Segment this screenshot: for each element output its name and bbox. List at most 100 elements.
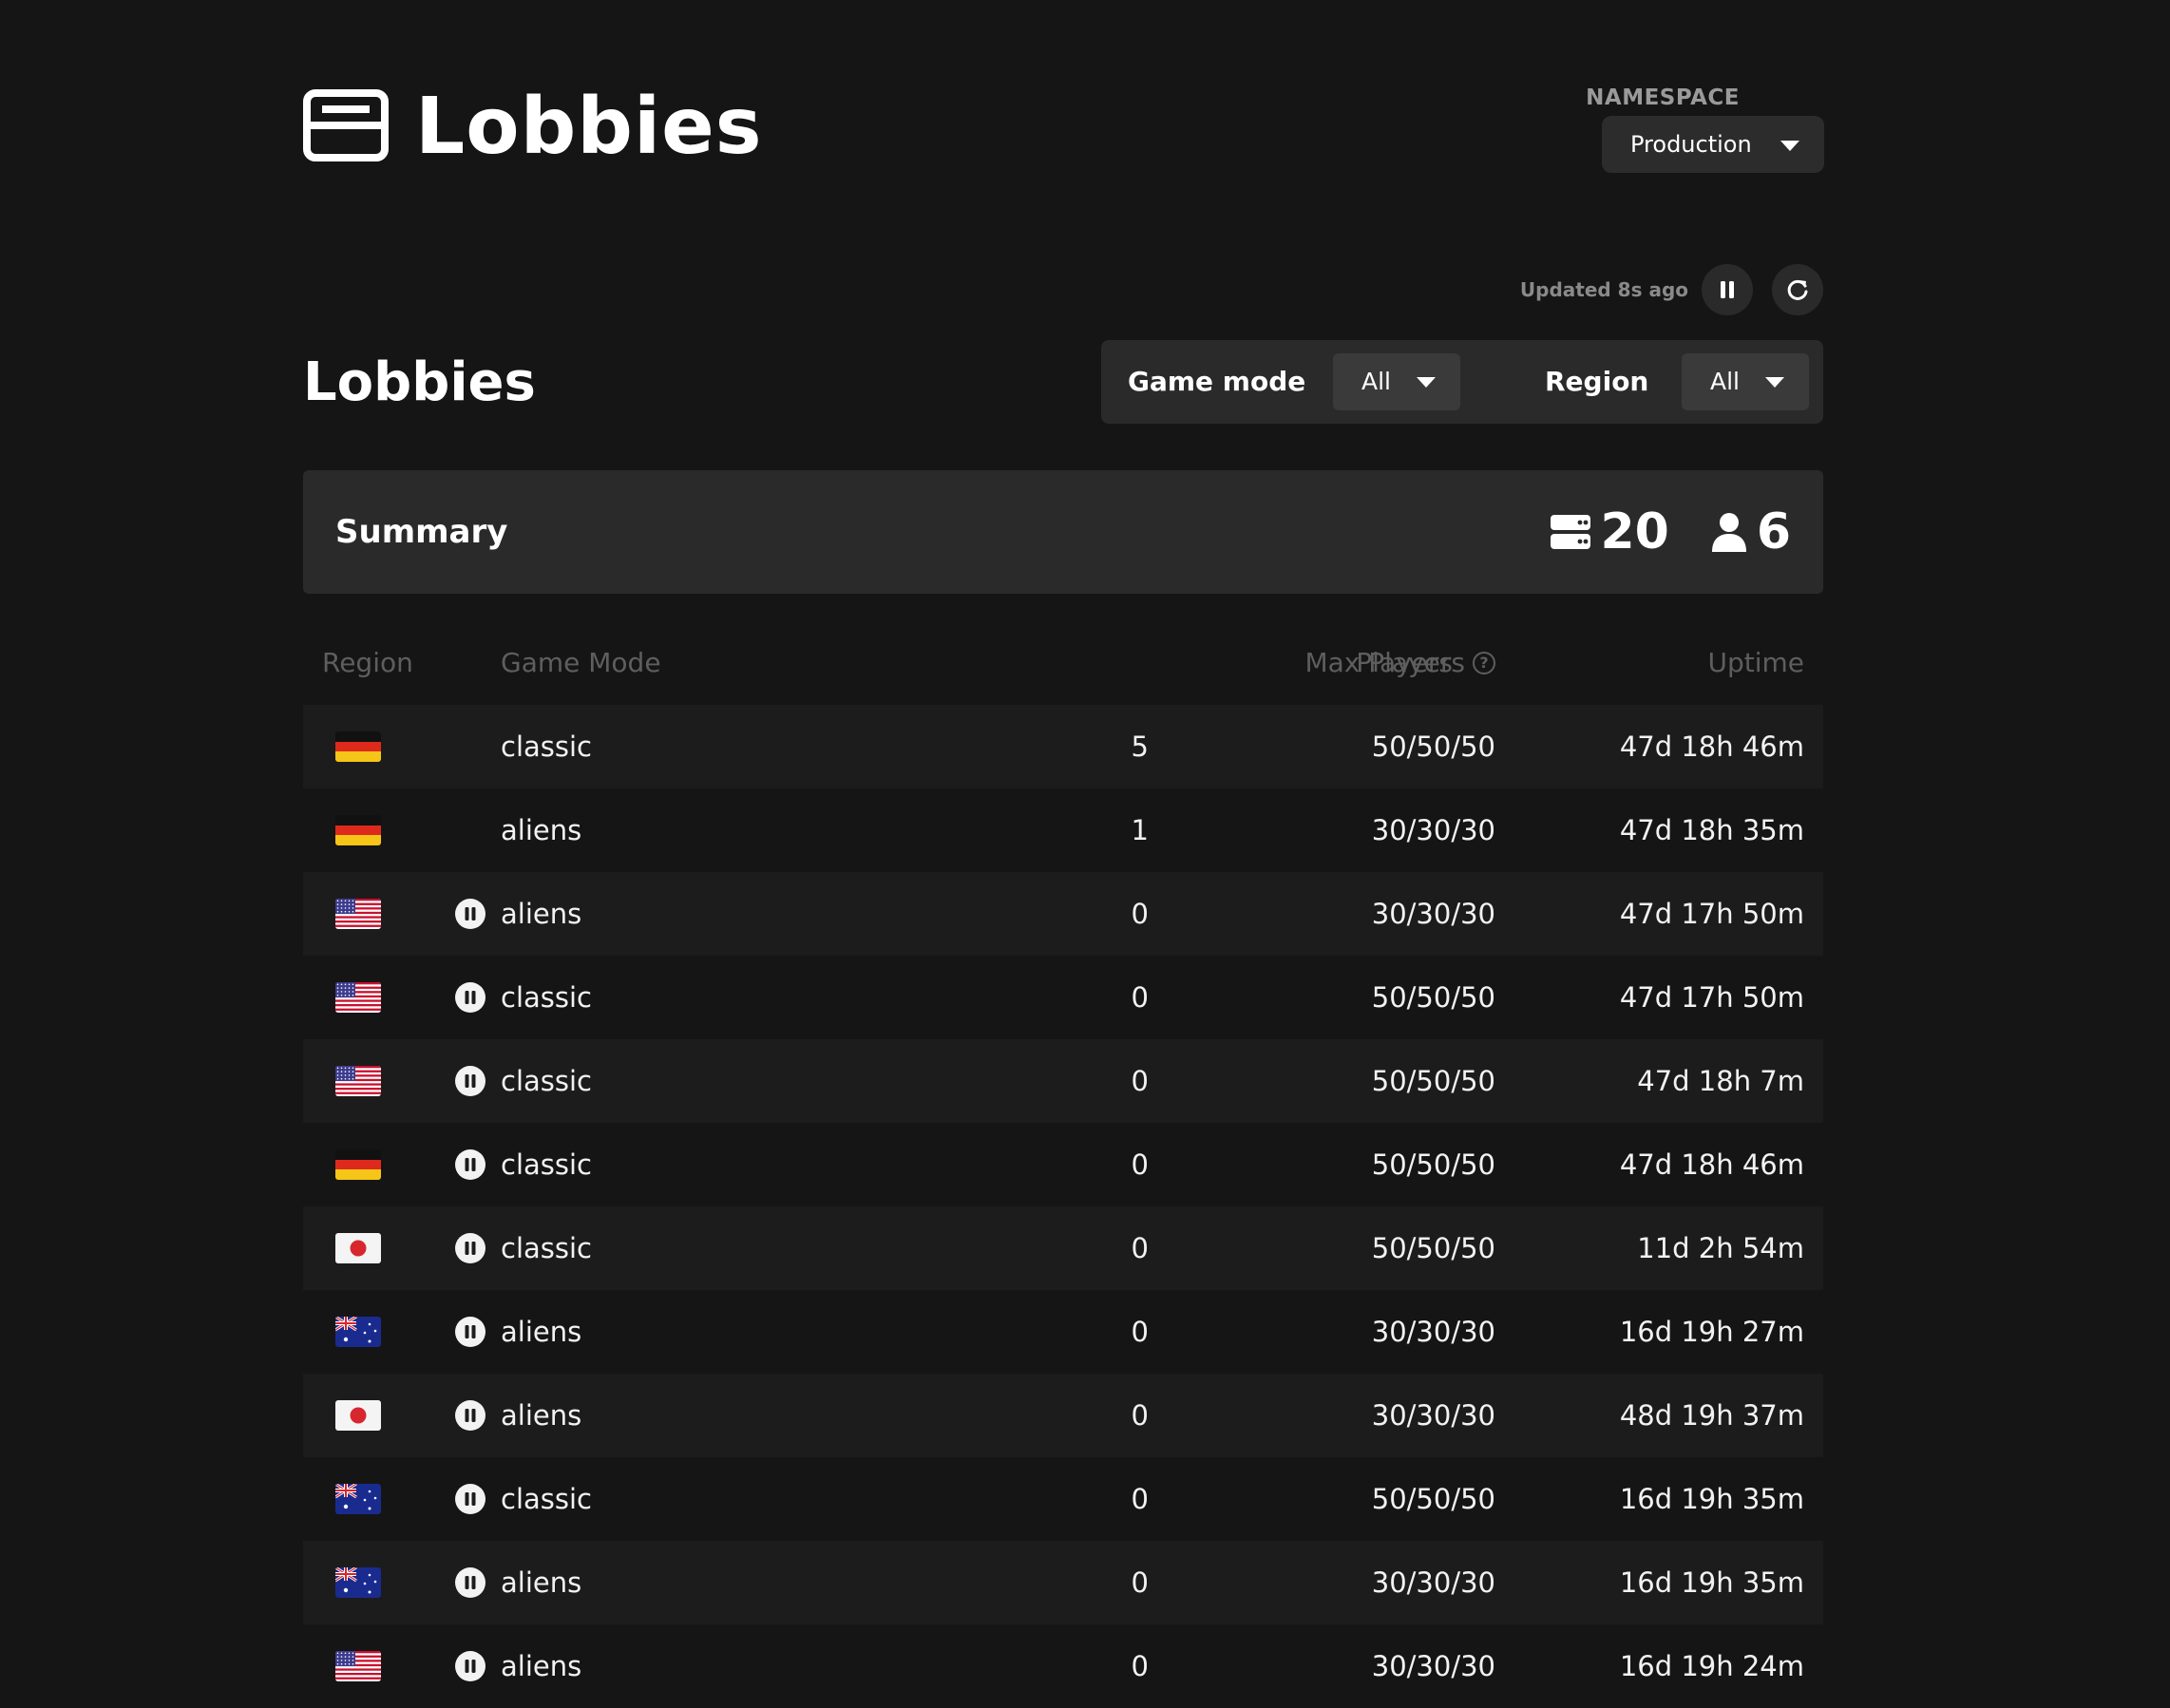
max-players-cell: 50/50/50: [1371, 1232, 1495, 1264]
game-mode-cell: classic: [501, 1232, 592, 1264]
table-row[interactable]: aliens 1 30/30/30 47d 18h 35m: [303, 788, 1823, 872]
table-row[interactable]: classic 5 50/50/50 47d 18h 46m: [303, 705, 1823, 788]
help-circle-icon[interactable]: ?: [1473, 652, 1495, 674]
pause-icon: [455, 1149, 485, 1180]
table-header: Region Game Mode Players Max Players ? U…: [303, 633, 1823, 705]
col-region[interactable]: Region: [322, 633, 413, 693]
table-row[interactable]: classic 0 50/50/50 47d 17h 50m: [303, 956, 1823, 1039]
pause-icon: [455, 1651, 485, 1681]
table-body: classic 5 50/50/50 47d 18h 46m aliens 1 30/30/…: [303, 705, 1823, 1708]
flag-usa-icon: [335, 899, 381, 929]
game-mode-cell: aliens: [501, 1399, 582, 1432]
table-row[interactable]: aliens 0 30/30/30 16d 19h 27m: [303, 1290, 1823, 1374]
server-icon: [1551, 515, 1591, 549]
player-count-stat: 6: [1711, 503, 1791, 560]
flag-germany-icon: [335, 815, 381, 845]
table-row[interactable]: aliens 0 30/30/30 16d 19h 24m: [303, 1624, 1823, 1708]
namespace-value: Production: [1630, 131, 1752, 158]
players-cell: 0: [1131, 898, 1149, 930]
table-row[interactable]: classic 0 50/50/50 11d 2h 54m: [303, 1206, 1823, 1290]
players-cell: 0: [1131, 1399, 1149, 1432]
pause-icon: [455, 1233, 485, 1263]
game-mode-value: All: [1361, 368, 1391, 395]
chevron-down-icon: [1417, 377, 1436, 388]
pause-icon: [455, 1066, 485, 1096]
pause-icon: [455, 1567, 485, 1598]
uptime-cell: 47d 18h 46m: [1619, 1148, 1804, 1181]
pause-icon: [455, 982, 485, 1013]
table-row[interactable]: aliens 0 30/30/30 47d 17h 50m: [303, 872, 1823, 956]
refresh-button[interactable]: [1772, 264, 1823, 315]
players-cell: 0: [1131, 1483, 1149, 1515]
game-mode-cell: aliens: [501, 898, 582, 930]
updated-status: Updated 8s ago: [1519, 278, 1688, 301]
uptime-cell: 16d 19h 35m: [1619, 1483, 1804, 1515]
max-players-cell: 30/30/30: [1371, 1399, 1495, 1432]
uptime-cell: 47d 18h 46m: [1619, 731, 1804, 763]
max-players-cell: 50/50/50: [1371, 1065, 1495, 1097]
col-game-mode[interactable]: Game Mode: [501, 633, 661, 693]
game-mode-label: Game mode: [1128, 366, 1306, 397]
summary-card: Summary 20 6: [303, 470, 1823, 594]
uptime-cell: 47d 17h 50m: [1619, 898, 1804, 930]
region-value: All: [1710, 368, 1740, 395]
uptime-cell: 16d 19h 35m: [1619, 1566, 1804, 1599]
flag-usa-icon: [335, 1651, 381, 1681]
region-select[interactable]: All: [1682, 353, 1809, 410]
uptime-cell: 16d 19h 27m: [1619, 1316, 1804, 1348]
namespace-select[interactable]: Production: [1602, 116, 1824, 173]
game-mode-select[interactable]: All: [1333, 353, 1460, 410]
table-row[interactable]: aliens 0 30/30/30 16d 19h 35m: [303, 1541, 1823, 1624]
game-mode-cell: classic: [501, 1483, 592, 1515]
flag-germany-icon: [335, 731, 381, 762]
max-players-cell: 30/30/30: [1371, 898, 1495, 930]
game-mode-cell: aliens: [501, 1316, 582, 1348]
filter-bar: Game mode All Region All: [1101, 340, 1823, 424]
pause-icon: [1721, 281, 1734, 298]
max-players-cell: 30/30/30: [1371, 1316, 1495, 1348]
game-mode-cell: classic: [501, 981, 592, 1014]
players-cell: 0: [1131, 1316, 1149, 1348]
players-cell: 1: [1131, 814, 1149, 846]
page-title: Lobbies: [415, 82, 763, 172]
user-icon: [1711, 513, 1746, 552]
players-cell: 0: [1131, 1650, 1149, 1682]
uptime-cell: 16d 19h 24m: [1619, 1650, 1804, 1682]
players-cell: 5: [1131, 731, 1149, 763]
summary-stats: 20 6: [1551, 470, 1791, 594]
refresh-icon: [1787, 279, 1808, 300]
lobby-count-stat: 20: [1551, 503, 1669, 560]
uptime-cell: 47d 18h 7m: [1637, 1065, 1804, 1097]
uptime-cell: 47d 17h 50m: [1619, 981, 1804, 1014]
col-max-players-label: Max Players: [1304, 647, 1465, 678]
col-max-players[interactable]: Max Players ?: [1253, 633, 1495, 693]
game-mode-cell: classic: [501, 1148, 592, 1181]
max-players-cell: 50/50/50: [1371, 1483, 1495, 1515]
max-players-cell: 50/50/50: [1371, 981, 1495, 1014]
game-mode-cell: aliens: [501, 1566, 582, 1599]
pause-button[interactable]: [1702, 264, 1753, 315]
players-cell: 0: [1131, 1232, 1149, 1264]
game-mode-cell: aliens: [501, 1650, 582, 1682]
uptime-cell: 48d 19h 37m: [1619, 1399, 1804, 1432]
players-cell: 0: [1131, 981, 1149, 1014]
col-uptime[interactable]: Uptime: [1614, 633, 1804, 693]
players-cell: 0: [1131, 1148, 1149, 1181]
pause-icon: [455, 899, 485, 929]
flag-japan-icon: [335, 1233, 381, 1263]
uptime-cell: 47d 18h 35m: [1619, 814, 1804, 846]
table-row[interactable]: aliens 0 30/30/30 48d 19h 37m: [303, 1374, 1823, 1457]
max-players-cell: 50/50/50: [1371, 731, 1495, 763]
flag-usa-icon: [335, 1066, 381, 1096]
section-title: Lobbies: [303, 351, 536, 413]
table-row[interactable]: classic 0 50/50/50 16d 19h 35m: [303, 1457, 1823, 1541]
summary-title: Summary: [335, 513, 508, 551]
flag-usa-icon: [335, 982, 381, 1013]
page-header: Lobbies NAMESPACE Production: [303, 82, 1824, 199]
flag-australia-icon: [335, 1484, 381, 1514]
table-row[interactable]: classic 0 50/50/50 47d 18h 7m: [303, 1039, 1823, 1123]
refresh-controls: Updated 8s ago: [1520, 264, 1823, 315]
table-row[interactable]: classic 0 50/50/50 47d 18h 46m: [303, 1123, 1823, 1206]
flag-japan-icon: [335, 1400, 381, 1431]
flag-australia-icon: [335, 1567, 381, 1598]
